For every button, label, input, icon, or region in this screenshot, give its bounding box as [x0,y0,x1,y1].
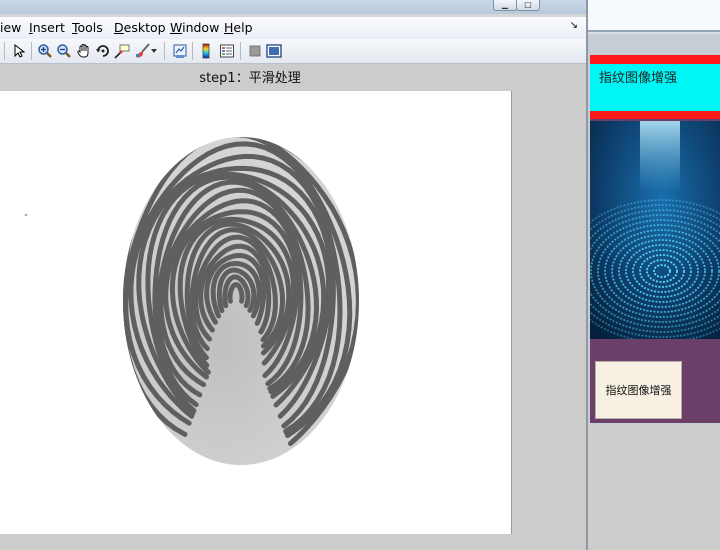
frame-divider [588,30,720,32]
pan-hand-icon[interactable] [74,41,94,61]
figure-toolbar [0,39,588,64]
legend-icon[interactable] [217,41,237,61]
data-cursor-icon[interactable] [112,41,132,61]
zoom-out-icon[interactable] [54,41,74,61]
image-axes[interactable] [0,91,511,534]
menu-window[interactable]: Window [170,20,219,35]
menu-help[interactable]: Help [224,20,253,35]
colorbar-icon[interactable] [196,41,216,61]
brush-dropdown-icon[interactable] [149,41,159,61]
rotate-3d-icon[interactable] [93,41,113,61]
gui-window-background [588,424,720,550]
gui-window: 指纹图像增强 指纹图像增强 [588,0,720,550]
red-stripe-top [590,55,720,64]
axes-title: step1：平滑处理 [199,71,301,86]
minimize-button[interactable]: ▁ [493,0,517,11]
menu-tools[interactable]: Tools [72,20,103,35]
menu-dock-arrow[interactable]: ↘ [570,20,578,31]
link-plot-icon[interactable] [170,41,190,61]
toolbar-separator [164,42,165,60]
enhance-fingerprint-button[interactable]: 指纹图像增强 [595,361,682,419]
red-stripe-bottom [590,111,720,119]
edit-plot-arrow-icon[interactable] [9,41,29,61]
toolbar-separator [4,42,5,60]
toolbar-separator [31,42,32,60]
gui-panel: 指纹图像增强 指纹图像增强 [590,55,720,423]
toolbar-separator [192,42,193,60]
fingerprint-image [24,137,359,465]
figure-window: ▁ □ iew Insert Tools Desktop Window Help… [0,0,588,550]
gui-title-bar: 指纹图像增强 [590,64,720,111]
menu-insert[interactable]: Insert [29,20,65,35]
menu-view[interactable]: iew [0,20,21,35]
menu-bar: iew Insert Tools Desktop Window Help ↘ [0,17,588,39]
zoom-in-icon[interactable] [35,41,55,61]
menu-desktop[interactable]: Desktop [114,20,166,35]
hide-plot-tools-icon[interactable] [245,41,265,61]
gui-window-frame [588,0,720,32]
maximize-button[interactable]: □ [516,0,540,11]
figure-canvas: step1：平滑处理 [0,64,588,550]
toolbar-separator [240,42,241,60]
fingerprint-glow-image [590,121,720,339]
gui-title: 指纹图像增强 [599,71,678,86]
figure-title-bar: ▁ □ [0,0,588,14]
show-plot-tools-icon[interactable] [264,41,284,61]
